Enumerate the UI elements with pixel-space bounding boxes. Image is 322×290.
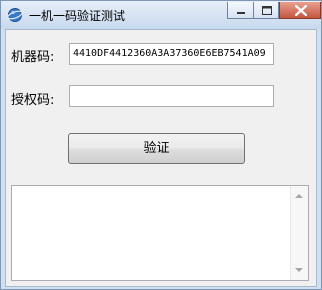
maximize-icon [262,6,272,15]
title-bar[interactable]: 一机一码验证测试 [1,1,321,29]
verify-button[interactable]: 验证 [68,133,245,164]
auth-code-label: 授权码: [11,93,55,108]
minimize-button[interactable] [227,2,253,19]
close-button[interactable] [279,2,321,19]
close-icon [294,4,308,17]
window-title: 一机一码验证测试 [29,9,126,23]
vertical-scrollbar[interactable] [290,186,308,280]
machine-code-field[interactable]: 4410DF4412360A3A37360E6EB7541A09 [69,43,274,65]
output-textarea[interactable] [11,185,309,281]
main-window: 一机一码验证测试 机器码: 4410DF4412360A3A37360E6EB7… [0,0,322,290]
app-icon [7,7,23,23]
machine-code-label: 机器码: [11,50,55,65]
minimize-icon [237,12,245,14]
auth-code-field[interactable] [69,85,274,107]
scroll-down-icon[interactable] [295,268,303,272]
maximize-button[interactable] [253,2,279,19]
output-text [12,186,308,190]
scroll-up-icon[interactable] [295,194,303,198]
client-area: 机器码: 4410DF4412360A3A37360E6EB7541A09 授权… [5,29,317,287]
